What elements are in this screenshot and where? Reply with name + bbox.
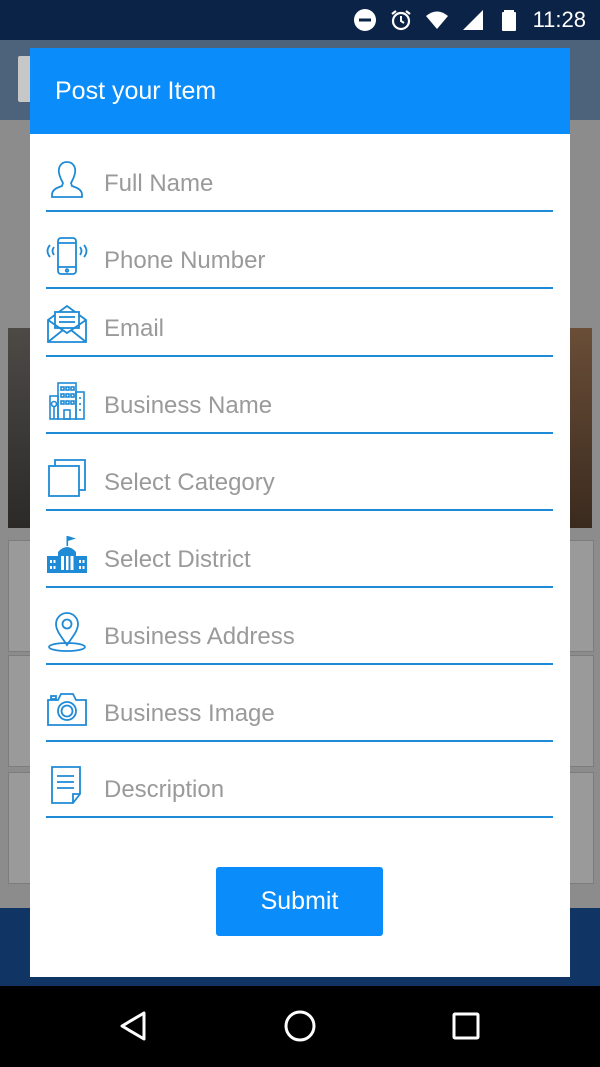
- phone-number-field[interactable]: [46, 229, 553, 289]
- recents-icon[interactable]: [448, 1008, 484, 1044]
- building-icon: [49, 382, 85, 420]
- business-address-input[interactable]: [104, 617, 544, 657]
- email-field[interactable]: [46, 297, 553, 357]
- post-item-dialog: Post your Item Full Name Phone Number Em…: [30, 48, 570, 977]
- dialog-title: Post your Item: [55, 76, 217, 105]
- battery-icon: [501, 10, 516, 31]
- business-name-input[interactable]: [104, 386, 544, 426]
- do-not-disturb-icon: [353, 9, 376, 31]
- business-name-field[interactable]: [46, 374, 553, 434]
- district-icon: [47, 536, 87, 573]
- full-name-field[interactable]: [46, 152, 553, 212]
- signal-icon: [462, 10, 483, 30]
- background-photo: [570, 328, 592, 528]
- email-icon: [47, 304, 87, 343]
- background-photo: [8, 328, 30, 528]
- clock: 11:28: [532, 7, 586, 32]
- select-district-field[interactable]: [46, 528, 553, 588]
- alarm-icon: [390, 10, 411, 31]
- phone-number-input[interactable]: [104, 241, 544, 281]
- phone-icon: [46, 237, 88, 275]
- select-district-input[interactable]: [104, 540, 544, 580]
- email-input[interactable]: [104, 309, 544, 349]
- back-icon[interactable]: [116, 1008, 152, 1044]
- camera-icon: [47, 693, 87, 726]
- description-field[interactable]: [46, 758, 553, 818]
- full-name-input[interactable]: [104, 164, 544, 204]
- dialog-header: Post your Item: [30, 48, 570, 134]
- select-category-input[interactable]: [104, 463, 544, 503]
- wifi-icon: [425, 11, 448, 29]
- home-icon[interactable]: [282, 1008, 318, 1044]
- navigation-bar: [0, 986, 600, 1067]
- business-image-field[interactable]: [46, 682, 553, 742]
- person-icon: [51, 161, 83, 198]
- category-icon: [48, 459, 86, 497]
- status-bar: 11:28: [0, 0, 600, 40]
- document-icon: [51, 766, 81, 804]
- description-input[interactable]: [104, 770, 544, 810]
- select-category-field[interactable]: [46, 451, 553, 511]
- location-pin-icon: [48, 612, 86, 652]
- status-icons: 11:28: [353, 6, 586, 34]
- business-address-field[interactable]: [46, 605, 553, 665]
- submit-button[interactable]: Submit: [216, 867, 383, 936]
- business-image-input[interactable]: [104, 694, 544, 734]
